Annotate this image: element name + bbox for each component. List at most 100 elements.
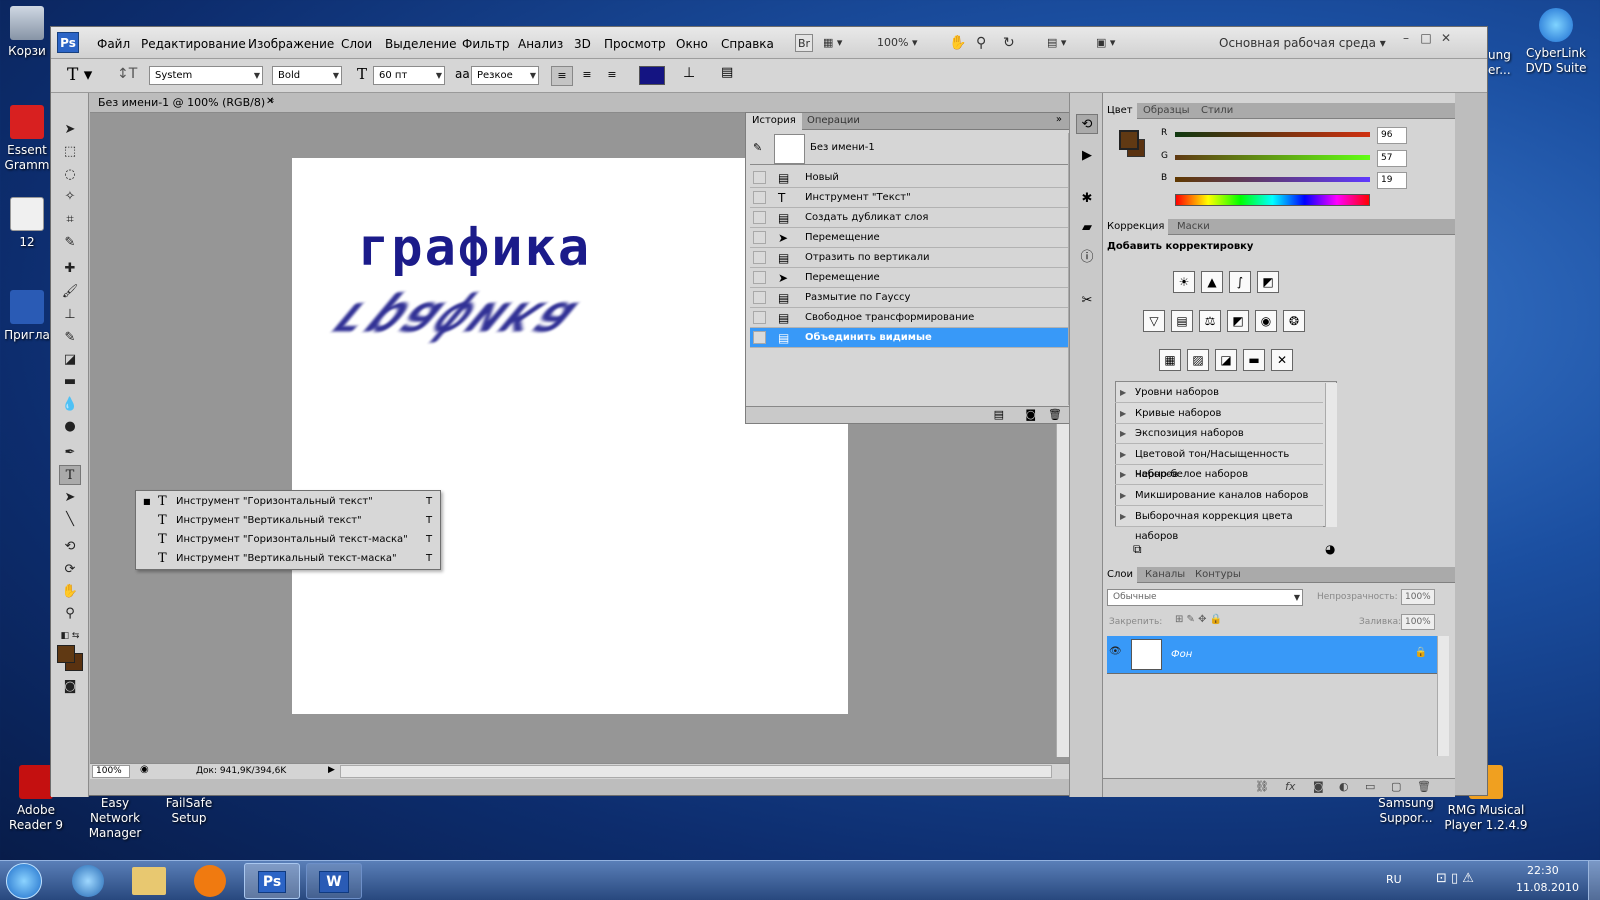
histogram-panel-icon[interactable]: ▰ [1076, 218, 1098, 238]
panel-collapse-icon[interactable]: » [1056, 114, 1062, 125]
levels-icon[interactable]: ▲ [1201, 271, 1223, 293]
history-state-checkbox[interactable] [753, 171, 766, 184]
hue-saturation-icon[interactable]: ▤ [1171, 310, 1193, 332]
tab-swatches[interactable]: Образцы [1139, 103, 1194, 119]
marquee-tool-icon[interactable]: ⬚ [59, 142, 81, 162]
history-snapshot[interactable]: ✎ Без имени-1 [750, 133, 1068, 165]
menu-analysis[interactable]: Анализ [518, 37, 563, 51]
flyout-item[interactable]: T Инструмент "Вертикальный текст-маска" T [136, 549, 440, 568]
path-selection-tool-icon[interactable]: ➤ [59, 488, 81, 508]
desktop-icon-samsung-support[interactable]: Samsung Suppor... [1366, 796, 1446, 826]
menu-filter[interactable]: Фильтр [462, 37, 509, 51]
history-state-checkbox[interactable] [753, 311, 766, 324]
preset-item[interactable]: Уровни наборов [1115, 383, 1323, 403]
media-player-icon[interactable] [194, 865, 226, 897]
channel-g-value[interactable]: 57 [1377, 150, 1407, 167]
fill-field[interactable]: 100% [1401, 614, 1435, 630]
navigator-panel-icon[interactable]: ✱ [1076, 189, 1098, 209]
screen-mode-button[interactable]: ▣ ▾ [1096, 34, 1130, 52]
tray-icons[interactable]: ⊡ ▯ ⚠ [1436, 871, 1474, 886]
history-state-checkbox[interactable] [753, 211, 766, 224]
desktop-icon-easy-network[interactable]: Easy Network Manager [74, 796, 156, 841]
document-tab[interactable]: Без имени-1 @ 100% (RGB/8) * ✕ [90, 93, 1070, 113]
new-document-from-state-icon[interactable]: ▤ [994, 408, 1004, 421]
history-state-checkbox[interactable] [753, 251, 766, 264]
healing-brush-tool-icon[interactable]: ✚ [59, 259, 81, 279]
status-icon[interactable]: ◉ [140, 764, 149, 775]
align-center-button[interactable]: ≡ [576, 66, 598, 86]
posterize-icon[interactable]: ▨ [1187, 349, 1209, 371]
minimize-button[interactable]: – [1397, 31, 1415, 47]
clock-date[interactable]: 11.08.2010 [1516, 881, 1579, 894]
tab-masks[interactable]: Маски [1173, 219, 1214, 235]
history-item[interactable]: ▤ Создать дубликат слоя [750, 208, 1068, 228]
preset-item[interactable]: Черно-белое наборов [1115, 465, 1323, 486]
maximize-button[interactable]: □ [1417, 31, 1435, 47]
clip-to-layer-icon[interactable]: ⧉ [1133, 542, 1142, 557]
explorer-folder-icon[interactable] [132, 867, 166, 895]
brightness-contrast-icon[interactable]: ☀ [1173, 271, 1195, 293]
menu-layers[interactable]: Слои [341, 37, 372, 51]
preset-item[interactable]: Выборочная коррекция цвета наборов [1115, 507, 1323, 542]
black-white-icon[interactable]: ◩ [1227, 310, 1249, 332]
channel-b-value[interactable]: 19 [1377, 172, 1407, 189]
history-item[interactable]: ▤ Отразить по вертикали [750, 248, 1068, 268]
quick-mask-icon[interactable]: ◙ [59, 677, 81, 697]
menu-view[interactable]: Просмотр [604, 37, 666, 51]
character-panel-icon[interactable]: ▤ [721, 65, 733, 80]
text-color-swatch[interactable] [639, 66, 665, 85]
taskbar-photoshop[interactable]: Ps [244, 863, 300, 899]
history-state-checkbox[interactable] [753, 331, 766, 344]
tab-actions[interactable]: Операции [801, 113, 866, 130]
crop-tool-icon[interactable]: ⌗ [59, 210, 81, 230]
default-colors-icon[interactable]: ◧ ⇆ [59, 626, 81, 646]
bridge-button[interactable]: Br [795, 34, 813, 52]
view-extras-button[interactable]: ▦ ▾ [823, 34, 857, 52]
type-tool-icon[interactable]: T [59, 465, 81, 485]
new-layer-icon[interactable]: ▢ [1391, 780, 1401, 793]
taskbar-word[interactable]: W [306, 863, 362, 899]
dodge-tool-icon[interactable]: ● [59, 417, 81, 437]
magic-wand-tool-icon[interactable]: ✧ [59, 187, 81, 207]
history-item[interactable]: ▤ Свободное трансформирование [750, 308, 1068, 328]
actions-panel-icon[interactable]: ▶ [1076, 146, 1098, 166]
tab-paths[interactable]: Контуры [1191, 567, 1245, 583]
menu-edit[interactable]: Редактирование [141, 37, 246, 51]
close-window-button[interactable]: ✕ [1437, 31, 1455, 47]
history-brush-source-icon[interactable]: ✎ [753, 141, 762, 154]
tab-history[interactable]: История [746, 113, 802, 130]
clock-time[interactable]: 22:30 [1527, 864, 1559, 877]
show-desktop-button[interactable] [1588, 861, 1600, 900]
visibility-toggle-icon[interactable]: ◕ [1325, 542, 1335, 556]
channel-mixer-icon[interactable]: ❂ [1283, 310, 1305, 332]
color-spectrum-ramp[interactable] [1175, 194, 1370, 206]
align-left-button[interactable]: ≡ [551, 66, 573, 86]
orientation-toggle-icon[interactable]: ↕T [117, 66, 137, 82]
layer-style-icon[interactable]: fx [1285, 780, 1295, 793]
internet-explorer-icon[interactable] [72, 865, 104, 897]
photoshop-logo[interactable]: Ps [57, 32, 79, 53]
hand-tool-panel-icon[interactable]: ✋ [59, 582, 81, 602]
vibrance-icon[interactable]: ▽ [1143, 310, 1165, 332]
history-state-checkbox[interactable] [753, 291, 766, 304]
history-item[interactable]: T Инструмент "Текст" [750, 188, 1068, 208]
menu-select[interactable]: Выделение [385, 37, 456, 51]
history-state-checkbox[interactable] [753, 231, 766, 244]
history-brush-tool-icon[interactable]: ✎ [59, 328, 81, 348]
desktop-icon-cyberlink[interactable]: CyberLink DVD Suite [1516, 8, 1596, 76]
antialias-select[interactable]: Резкое ▼ [471, 66, 539, 85]
tab-layers[interactable]: Слои [1103, 567, 1137, 583]
menu-window[interactable]: Окно [676, 37, 708, 51]
history-state-checkbox[interactable] [753, 271, 766, 284]
menu-file[interactable]: Файл [97, 37, 130, 51]
channel-b-slider[interactable] [1175, 177, 1370, 182]
font-style-select[interactable]: Bold ▼ [272, 66, 342, 85]
opacity-field[interactable]: 100% [1401, 589, 1435, 605]
history-panel-icon[interactable]: ⟲ [1076, 114, 1098, 134]
start-button[interactable] [6, 863, 42, 899]
gradient-map-icon[interactable]: ▬ [1243, 349, 1265, 371]
channel-r-value[interactable]: 96 [1377, 127, 1407, 144]
warp-text-icon[interactable]: ⊥ [683, 65, 695, 81]
horizontal-scrollbar[interactable] [340, 765, 1052, 778]
eye-icon[interactable]: 👁 [1109, 646, 1122, 657]
